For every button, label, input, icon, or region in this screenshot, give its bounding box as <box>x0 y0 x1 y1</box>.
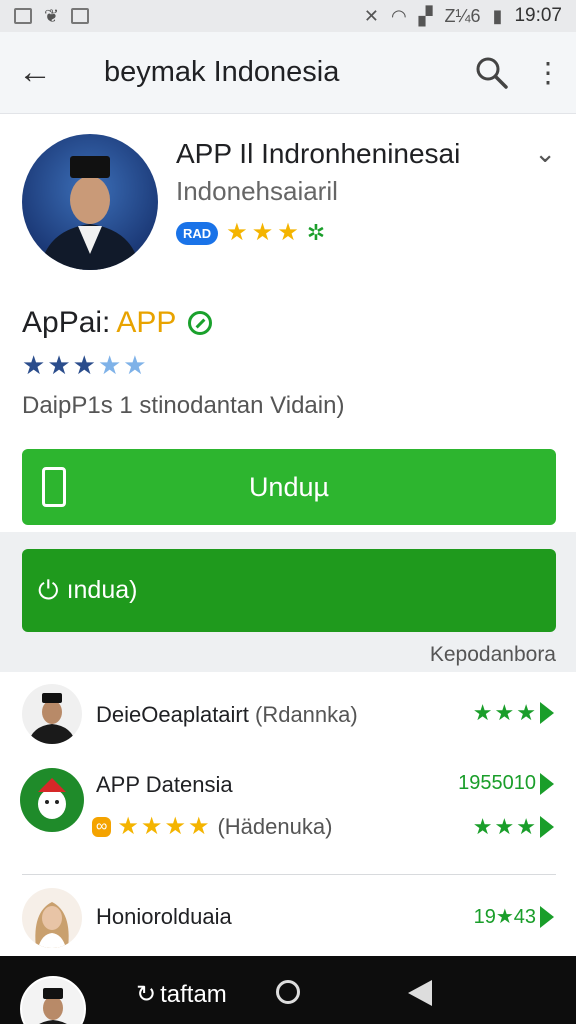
app-name: APP Il Indronheninesai <box>176 138 461 169</box>
star-icon: ★ <box>140 813 163 840</box>
network-label: Z¼6 <box>444 5 481 26</box>
section-caption: Kepodanbora <box>429 643 556 666</box>
info-title-accent: APP <box>116 306 177 339</box>
link-badge-icon: ∞ <box>92 817 112 837</box>
arrow-right-icon <box>540 772 554 795</box>
category-badge: RAD <box>176 221 219 245</box>
list-item-meta: ∞ ★ ★ ★ ★ (Hädenuka) <box>92 813 333 840</box>
avatar <box>20 768 84 832</box>
verified-icon <box>188 311 213 335</box>
list-item-rating: ★ ★ ★ <box>473 816 554 838</box>
star-icon: ★ <box>123 350 147 380</box>
star-icon: ★ <box>277 219 299 246</box>
avatar <box>22 684 82 744</box>
bluetooth-off-icon: ✕ <box>363 5 379 26</box>
list-item-title: DeieOeaplatairt (Rdannka) <box>96 702 358 728</box>
info-title: ApPai: APP <box>22 306 562 340</box>
install-button[interactable]: ⏻ ındua) <box>22 549 556 632</box>
list-item-secondary: (Hädenuka) <box>217 814 333 839</box>
navigation-bar: ↻ taftam <box>0 956 576 1024</box>
app-bar: ← beymak Indonesia ⋮ <box>0 32 576 114</box>
star-icon: ★ <box>97 350 122 380</box>
list-item-count-text: 19★43 <box>473 906 536 928</box>
badge-row: RAD ★ ★ ★ ✲ <box>176 220 325 246</box>
overflow-menu-icon[interactable]: ⋮ <box>534 58 562 87</box>
star-icon: ★ <box>516 814 536 839</box>
star-icon: ★ <box>251 219 274 246</box>
star-icon: ★ <box>47 350 71 380</box>
star-icon: ★ <box>472 700 493 725</box>
back-button[interactable] <box>408 980 432 1006</box>
star-icon: ★ <box>187 813 210 840</box>
phone-icon <box>42 467 66 507</box>
nav-recents-label: taftam <box>160 980 227 1008</box>
refresh-icon: ↻ <box>136 981 157 1008</box>
image-notification-icon <box>14 8 32 24</box>
battery-icon: ▮ <box>492 5 503 26</box>
arrow-right-icon <box>540 702 554 724</box>
app-subtitle: Indonehsaiaril <box>176 176 338 206</box>
install-button-label: ındua) <box>66 576 138 604</box>
star-icon: ★ <box>494 700 515 725</box>
app-notification-icon: ❦ <box>44 5 60 26</box>
list-item-title: APP Datensia <box>96 772 233 797</box>
status-bar: ❦ ✕ ◠ ▞ Z¼6 ▮ 19:07 <box>0 0 576 32</box>
star-icon: ★ <box>72 350 96 380</box>
rating-stars: ★ ★ ★ ★ ★ <box>22 352 562 378</box>
page-title: beymak Indonesia <box>104 56 340 88</box>
home-button[interactable] <box>276 980 300 1004</box>
star-icon: ★ <box>494 814 515 839</box>
nav-recents[interactable]: ↻ taftam <box>136 980 227 1009</box>
settings-badge-icon: ✲ <box>306 220 326 245</box>
download-button-label: Unduµ <box>248 471 330 502</box>
avatar <box>22 888 82 948</box>
arrow-right-icon <box>540 816 554 838</box>
app-info: ApPai: APP ★ ★ ★ ★ ★ DaipP1s 1 stinodant… <box>22 306 562 420</box>
app-header: APP Il Indronheninesai Indonehsaiaril ⌄ … <box>0 118 576 288</box>
arrow-right-icon <box>540 905 554 928</box>
search-icon[interactable] <box>468 49 516 97</box>
back-arrow-icon[interactable]: ← <box>18 53 74 92</box>
divider <box>22 874 556 875</box>
app-description: DaipP1s 1 stinodantan Vidain) <box>22 392 345 419</box>
list-item-count-text: 1955010 <box>458 772 536 794</box>
gallery-notification-icon <box>71 8 90 24</box>
star-icon: ★ <box>22 350 46 380</box>
star-icon: ★ <box>164 813 186 840</box>
signal-icon: ▞ <box>418 5 433 26</box>
list-item-count: 1955010 <box>458 772 554 795</box>
wifi-icon: ◠ <box>390 5 407 26</box>
power-icon: ⏻ <box>38 574 59 605</box>
download-button[interactable]: Unduµ <box>22 449 556 525</box>
list-item-rating: ★ ★ ★ <box>473 702 554 724</box>
info-title-prefix: ApPai: <box>22 306 111 339</box>
clock: 19:07 <box>514 5 562 26</box>
list-item-secondary: (Rdannka) <box>255 702 358 727</box>
chevron-down-icon[interactable]: ⌄ <box>534 138 556 169</box>
list-item-count: 19★43 <box>474 904 554 929</box>
star-icon: ★ <box>516 700 536 725</box>
list-item-title: Honiorolduaia <box>96 904 232 929</box>
star-icon: ★ <box>472 814 493 839</box>
profile-avatar[interactable] <box>20 976 86 1024</box>
app-avatar <box>22 134 158 270</box>
star-icon: ★ <box>117 813 139 840</box>
list-item-name: DeieOeaplatairt <box>96 702 249 727</box>
star-icon: ★ <box>226 219 248 246</box>
